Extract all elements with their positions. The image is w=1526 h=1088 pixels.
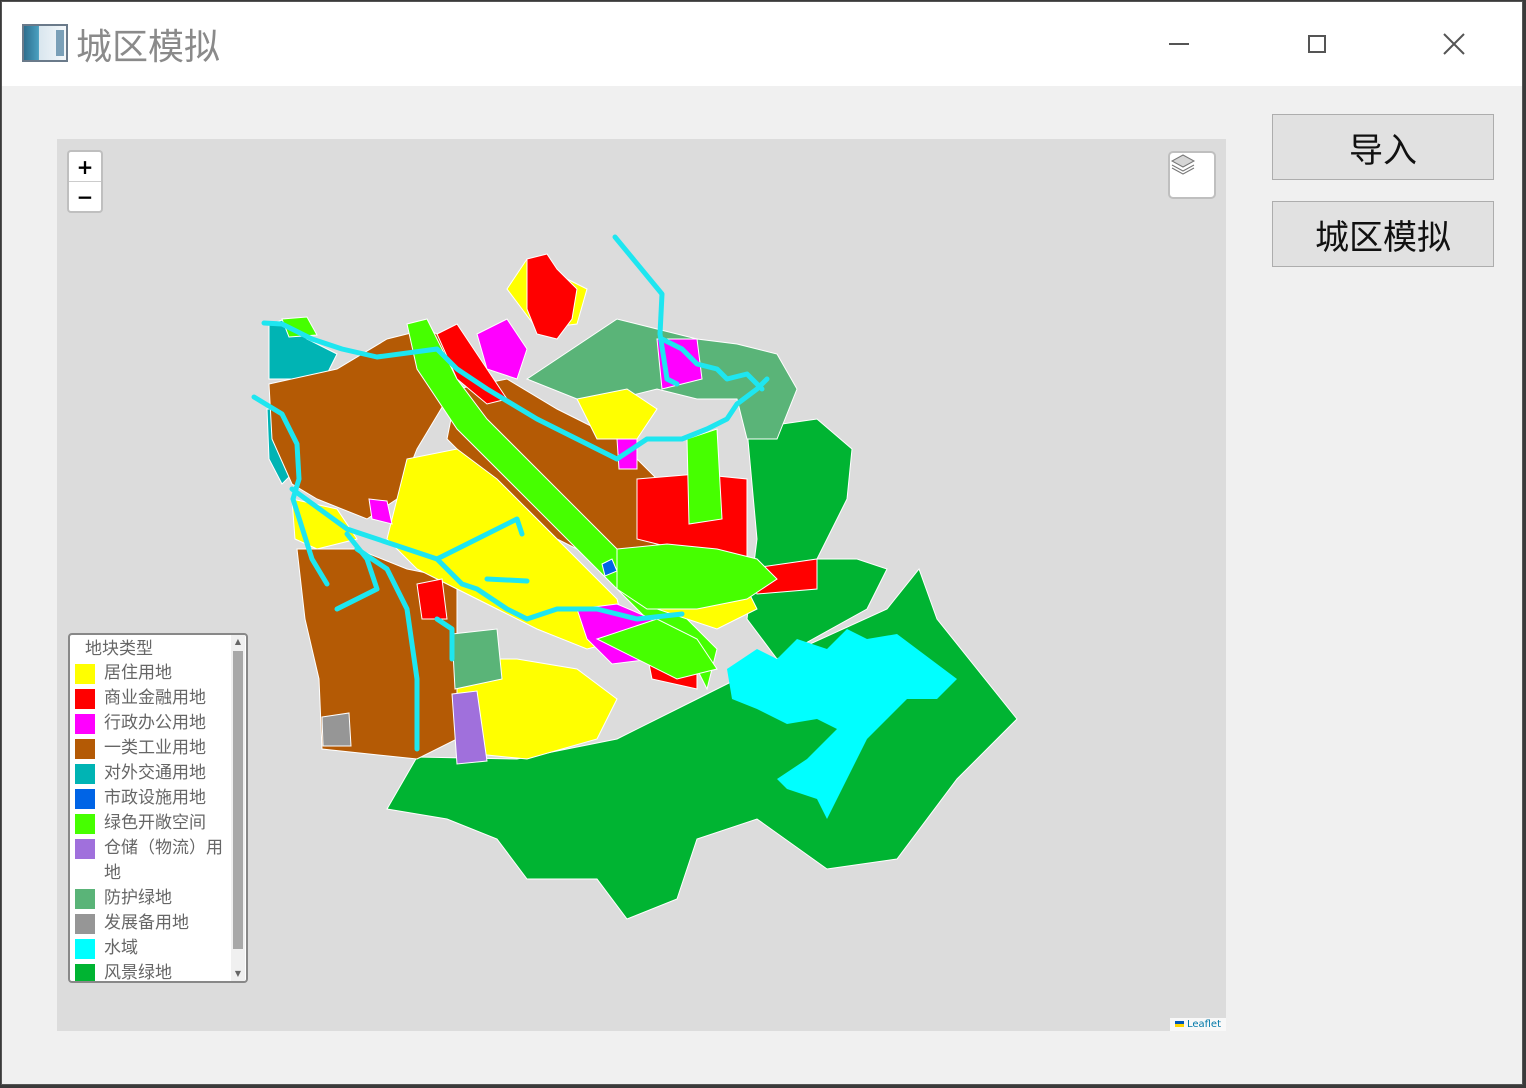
- legend-title: 地块类型: [85, 639, 153, 659]
- legend-label: 对外交通用地: [104, 763, 206, 783]
- legend-swatch: [75, 939, 95, 959]
- map-view[interactable]: + − 地块类型 居住用地 商业金融用地 行政办公用地 一类工业用地 对外交通用…: [57, 139, 1226, 1031]
- commercial-north: [526, 253, 578, 340]
- close-button[interactable]: [1385, 2, 1523, 86]
- legend-swatch: [75, 739, 95, 759]
- app-icon: [22, 24, 68, 62]
- legend-label: 市政设施用地: [104, 788, 206, 808]
- legend-swatch: [75, 889, 95, 909]
- legend-swatch: [75, 814, 95, 834]
- legend-swatch: [75, 914, 95, 934]
- scroll-up-icon[interactable]: ▲: [231, 635, 245, 649]
- legend-swatch: [75, 839, 95, 859]
- legend-swatch: [75, 764, 95, 784]
- legend-label: 商业金融用地: [104, 688, 206, 708]
- legend-swatch: [75, 964, 95, 981]
- legend-panel[interactable]: 地块类型 居住用地 商业金融用地 行政办公用地 一类工业用地 对外交通用地 市政…: [68, 633, 248, 983]
- scroll-down-icon[interactable]: ▼: [231, 967, 245, 981]
- maximize-icon: [1308, 35, 1326, 53]
- legend-item: 市政设施用地: [75, 786, 225, 811]
- title-bar[interactable]: 城区模拟: [2, 2, 1522, 86]
- window-title: 城区模拟: [76, 27, 221, 68]
- legend-content: 地块类型 居住用地 商业金融用地 行政办公用地 一类工业用地 对外交通用地 市政…: [75, 637, 225, 983]
- legend-label: 居住用地: [104, 663, 172, 683]
- legend-item: 行政办公用地: [75, 711, 225, 736]
- reserve-land: [321, 712, 352, 747]
- import-button[interactable]: 导入: [1272, 114, 1494, 180]
- minimize-button[interactable]: [1110, 2, 1248, 86]
- green-open-center-east: [686, 428, 723, 525]
- legend-label: 水域: [104, 938, 138, 958]
- layers-icon: [1170, 154, 1196, 175]
- legend-label: 行政办公用地: [104, 713, 206, 733]
- attribution-link[interactable]: Leaflet: [1187, 1019, 1221, 1030]
- close-icon: [1443, 33, 1465, 55]
- legend-item: 绿色开敞空间: [75, 811, 225, 836]
- legend-label: 仓储（物流）用地: [104, 838, 223, 883]
- legend-swatch: [75, 689, 95, 709]
- legend-label: 一类工业用地: [104, 738, 206, 758]
- zoom-in-button[interactable]: +: [69, 152, 101, 182]
- legend-scrollbar[interactable]: ▲ ▼: [231, 635, 245, 981]
- app-window: 城区模拟 + − 地块类型 居住用地 商业金融用地 行政办公用地 一类工业用地 …: [1, 1, 1523, 1085]
- minimize-icon: [1169, 43, 1189, 45]
- legend-item: 风景绿地: [75, 961, 225, 983]
- legend-item: 发展备用地: [75, 911, 225, 936]
- layers-button[interactable]: [1168, 151, 1216, 199]
- legend-label: 绿色开敞空间: [104, 813, 206, 833]
- legend-item: 防护绿地: [75, 886, 225, 911]
- scroll-thumb[interactable]: [233, 651, 243, 949]
- legend-item: 商业金融用地: [75, 686, 225, 711]
- legend-item: 水域: [75, 936, 225, 961]
- legend-item: 一类工业用地: [75, 736, 225, 761]
- simulate-button[interactable]: 城区模拟: [1272, 201, 1494, 267]
- zoom-out-button[interactable]: −: [69, 182, 101, 211]
- map-attribution[interactable]: Leaflet: [1169, 1018, 1226, 1031]
- legend-label: 发展备用地: [104, 913, 189, 933]
- legend-label: 防护绿地: [104, 888, 172, 908]
- legend-swatch: [75, 664, 95, 684]
- legend-swatch: [75, 714, 95, 734]
- zoom-control: + −: [67, 150, 103, 213]
- maximize-button[interactable]: [1248, 2, 1386, 86]
- commercial-west: [416, 578, 448, 620]
- legend-item: 对外交通用地: [75, 761, 225, 786]
- legend-swatch: [75, 789, 95, 809]
- legend-item: 居住用地: [75, 661, 225, 686]
- ukraine-flag-icon: [1174, 1021, 1184, 1027]
- legend-item: 仓储（物流）用地: [75, 836, 225, 886]
- legend-label: 风景绿地: [104, 963, 172, 983]
- river-bend: [484, 576, 530, 584]
- protective-green-south: [451, 628, 503, 690]
